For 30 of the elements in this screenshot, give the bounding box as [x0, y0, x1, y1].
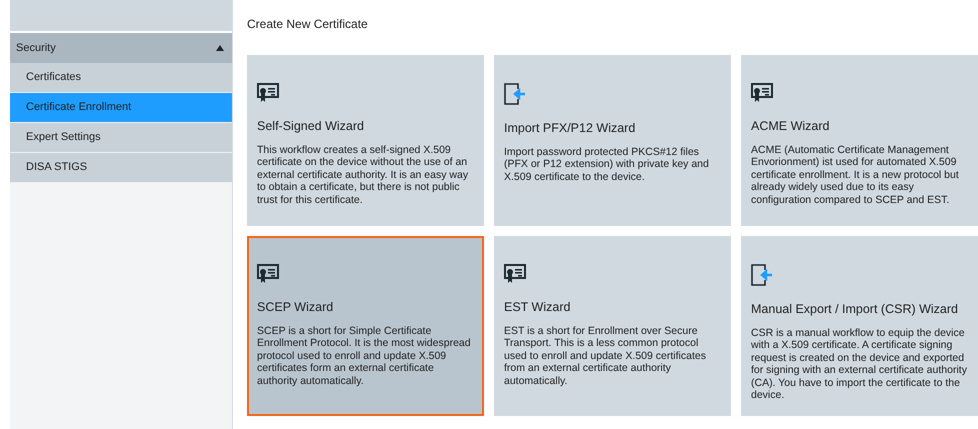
certificate-icon	[504, 264, 526, 284]
sidebar-item[interactable]: DISA STIGS	[10, 153, 232, 183]
wizard-card[interactable]	[247, 55, 484, 226]
card-description: EST is a short for Enrollment over Secure Transport. This is a less common protocol used to enroll and update X.509 certificates from an external certificate authority automatically.	[504, 324, 707, 388]
card-description: Import password protected PKCS#12 files (PFX or P12 extension) with private key and X.509 certificate to the device.	[504, 146, 710, 184]
card-description: This workflow creates a self-signed X.509 certificate on the device without the use of an external certificate authority. It is an easy way to obtain a certificate, but there is not public trust for this certificate.	[257, 144, 470, 206]
wizard-card[interactable]	[247, 236, 484, 416]
card-description: CSR is a manual workflow to equip the device with a X.509 certificate. A certificate signing request is created on the device and exported for signing with an external certificate authority (CA). You have to import the certificate to the device.	[751, 326, 968, 402]
card-title: Self-Signed Wizard	[257, 118, 364, 135]
card-description: SCEP is a short for Simple Certificate Enrollment Protocol. It is the most widespread protocol used to enroll and update X.509 certificates form an external certificate authority automatically.	[257, 324, 472, 388]
card-description: ACME (Automatic Certificate Management Envorionment) ist used for automated X.509 certificate enrollment. It is a new protocol but already widely used due to its easy configuration compared to SCEP and EST.	[751, 144, 960, 206]
sidebar-item[interactable]: Expert Settings	[10, 123, 232, 153]
certificate-icon	[257, 264, 279, 284]
card-title: ACME Wizard	[751, 118, 830, 135]
card-title: SCEP Wizard	[257, 299, 334, 316]
page-title: Create New Certificate	[247, 16, 368, 33]
wizard-card[interactable]	[741, 236, 978, 416]
wizard-card[interactable]: Import PFX/P12 Wizard Import password protected PKCS#12 files (PFX or P12 extension) with private key and X.509 certificate to the device.	[494, 55, 731, 226]
card-title: Manual Export / Import (CSR) Wizard	[751, 301, 958, 318]
sidebar-item[interactable]: Certificates	[10, 63, 232, 93]
import-icon	[751, 264, 773, 286]
wizard-card[interactable]: EST Wizard EST is a short for Enrollment over Secure Transport. This is a less common protocol used to enroll and update X.509 certificates from an external certificate authority automatically.	[494, 236, 731, 416]
sidebar-item[interactable]: Certificate Enrollment	[10, 93, 232, 123]
card-title: Import PFX/P12 Wizard	[504, 120, 636, 137]
import-icon	[504, 83, 526, 105]
certificate-icon	[751, 83, 773, 103]
section-header[interactable]: Security	[10, 33, 232, 63]
card-title: EST Wizard	[504, 299, 570, 316]
wizard-card[interactable]	[741, 55, 978, 226]
certificate-icon	[257, 83, 279, 103]
